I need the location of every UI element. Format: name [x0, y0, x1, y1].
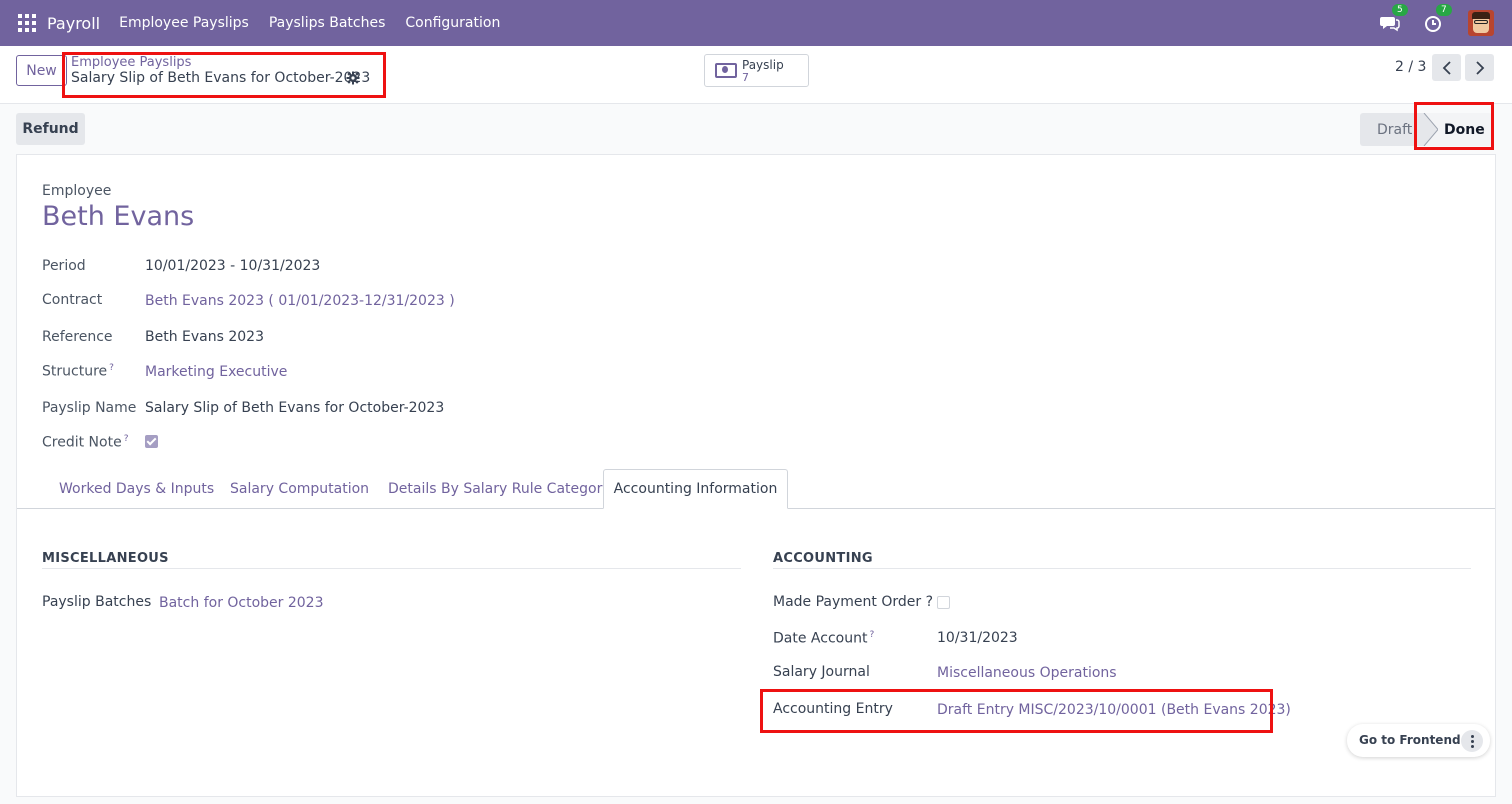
contract-link[interactable]: Beth Evans 2023 ( 01/01/2023-12/31/2023 … [145, 293, 455, 309]
period-label: Period [42, 258, 86, 274]
contract-label: Contract [42, 292, 103, 308]
menu-payslips-batches[interactable]: Payslips Batches [269, 15, 386, 31]
payslip-batches-label: Payslip Batches [42, 594, 152, 610]
misc-section-divider [42, 568, 741, 569]
go-to-frontend-widget: Go to Frontend [1347, 724, 1490, 757]
smart-button-value: 7 [742, 71, 749, 84]
credit-note-label: Credit Note? [42, 434, 129, 451]
activities-count-badge: 7 [1436, 4, 1452, 16]
date-account-help-icon[interactable]: ? [869, 630, 874, 640]
date-account-label: Date Account? [773, 630, 875, 647]
breadcrumb-current: Salary Slip of Beth Evans for October-20… [71, 70, 371, 86]
top-navbar: Payroll Employee Payslips Payslips Batch… [0, 0, 1512, 46]
salary-journal-label: Salary Journal [773, 664, 870, 680]
employee-label: Employee [42, 183, 112, 199]
employee-name[interactable]: Beth Evans [42, 201, 194, 232]
tab-accounting-information[interactable]: Accounting Information [603, 469, 788, 509]
clock-icon [1425, 16, 1441, 32]
date-account-value[interactable]: 10/31/2023 [937, 630, 1018, 646]
menu-configuration[interactable]: Configuration [405, 15, 500, 31]
credit-note-help-icon[interactable]: ? [124, 434, 129, 444]
status-bar: Refund Draft Done [0, 102, 1512, 154]
done-highlight-box [1414, 102, 1494, 150]
app-name[interactable]: Payroll [47, 14, 100, 33]
payment-order-checkbox[interactable] [937, 596, 950, 609]
form-sheet: Employee Beth Evans Period 10/01/2023 - … [16, 154, 1496, 797]
accounting-section-title: ACCOUNTING [773, 551, 873, 566]
smart-button-label: Payslip [742, 58, 784, 72]
tab-worked-days-inputs[interactable]: Worked Days & Inputs [59, 481, 214, 497]
messages-button[interactable]: 5 [1380, 4, 1408, 33]
apps-menu-icon[interactable] [18, 14, 36, 32]
structure-help-icon[interactable]: ? [109, 363, 114, 373]
chevron-left-icon [1442, 60, 1451, 75]
go-to-frontend-button[interactable]: Go to Frontend [1359, 733, 1461, 747]
payslip-smart-button[interactable]: Payslip 7 [704, 54, 809, 87]
menu-employee-payslips[interactable]: Employee Payslips [119, 15, 249, 31]
pager-previous-button[interactable] [1432, 54, 1461, 81]
activities-button[interactable]: 7 [1424, 4, 1452, 33]
messages-count-badge: 5 [1392, 4, 1408, 16]
credit-note-checkbox[interactable] [145, 435, 158, 448]
money-icon [715, 63, 737, 78]
pager-value[interactable]: 2 / 3 [1395, 59, 1426, 75]
payslip-name-value[interactable]: Salary Slip of Beth Evans for October-20… [145, 400, 444, 416]
payment-order-label: Made Payment Order ? [773, 594, 934, 610]
chat-icon [1380, 17, 1400, 32]
reference-value[interactable]: Beth Evans 2023 [145, 329, 264, 345]
misc-section-title: MISCELLANEOUS [42, 551, 169, 566]
control-panel: New Employee Payslips Salary Slip of Bet… [0, 46, 1512, 104]
more-options-icon[interactable] [1461, 730, 1483, 752]
tab-salary-computation[interactable]: Salary Computation [230, 481, 369, 497]
user-avatar[interactable] [1468, 10, 1494, 36]
chevron-right-icon [1475, 60, 1484, 75]
refund-button[interactable]: Refund [16, 113, 85, 145]
period-value[interactable]: 10/01/2023 - 10/31/2023 [145, 258, 320, 274]
pager-next-button[interactable] [1465, 54, 1494, 81]
salary-journal-link[interactable]: Miscellaneous Operations [937, 665, 1117, 681]
tab-details-by-salary-rule-category[interactable]: Details By Salary Rule Category [388, 481, 611, 497]
new-button[interactable]: New [16, 55, 67, 86]
structure-link[interactable]: Marketing Executive [145, 364, 287, 380]
notebook-tabs: Worked Days & Inputs Salary Computation … [17, 469, 1495, 509]
payslip-name-label: Payslip Name [42, 400, 137, 416]
gear-icon[interactable] [346, 71, 360, 85]
breadcrumb-parent-link[interactable]: Employee Payslips [71, 55, 191, 70]
accounting-entry-highlight-box [760, 689, 1273, 733]
accounting-section-divider [773, 568, 1471, 569]
payslip-batches-link[interactable]: Batch for October 2023 [159, 595, 324, 611]
structure-label: Structure? [42, 363, 114, 380]
reference-label: Reference [42, 329, 113, 345]
